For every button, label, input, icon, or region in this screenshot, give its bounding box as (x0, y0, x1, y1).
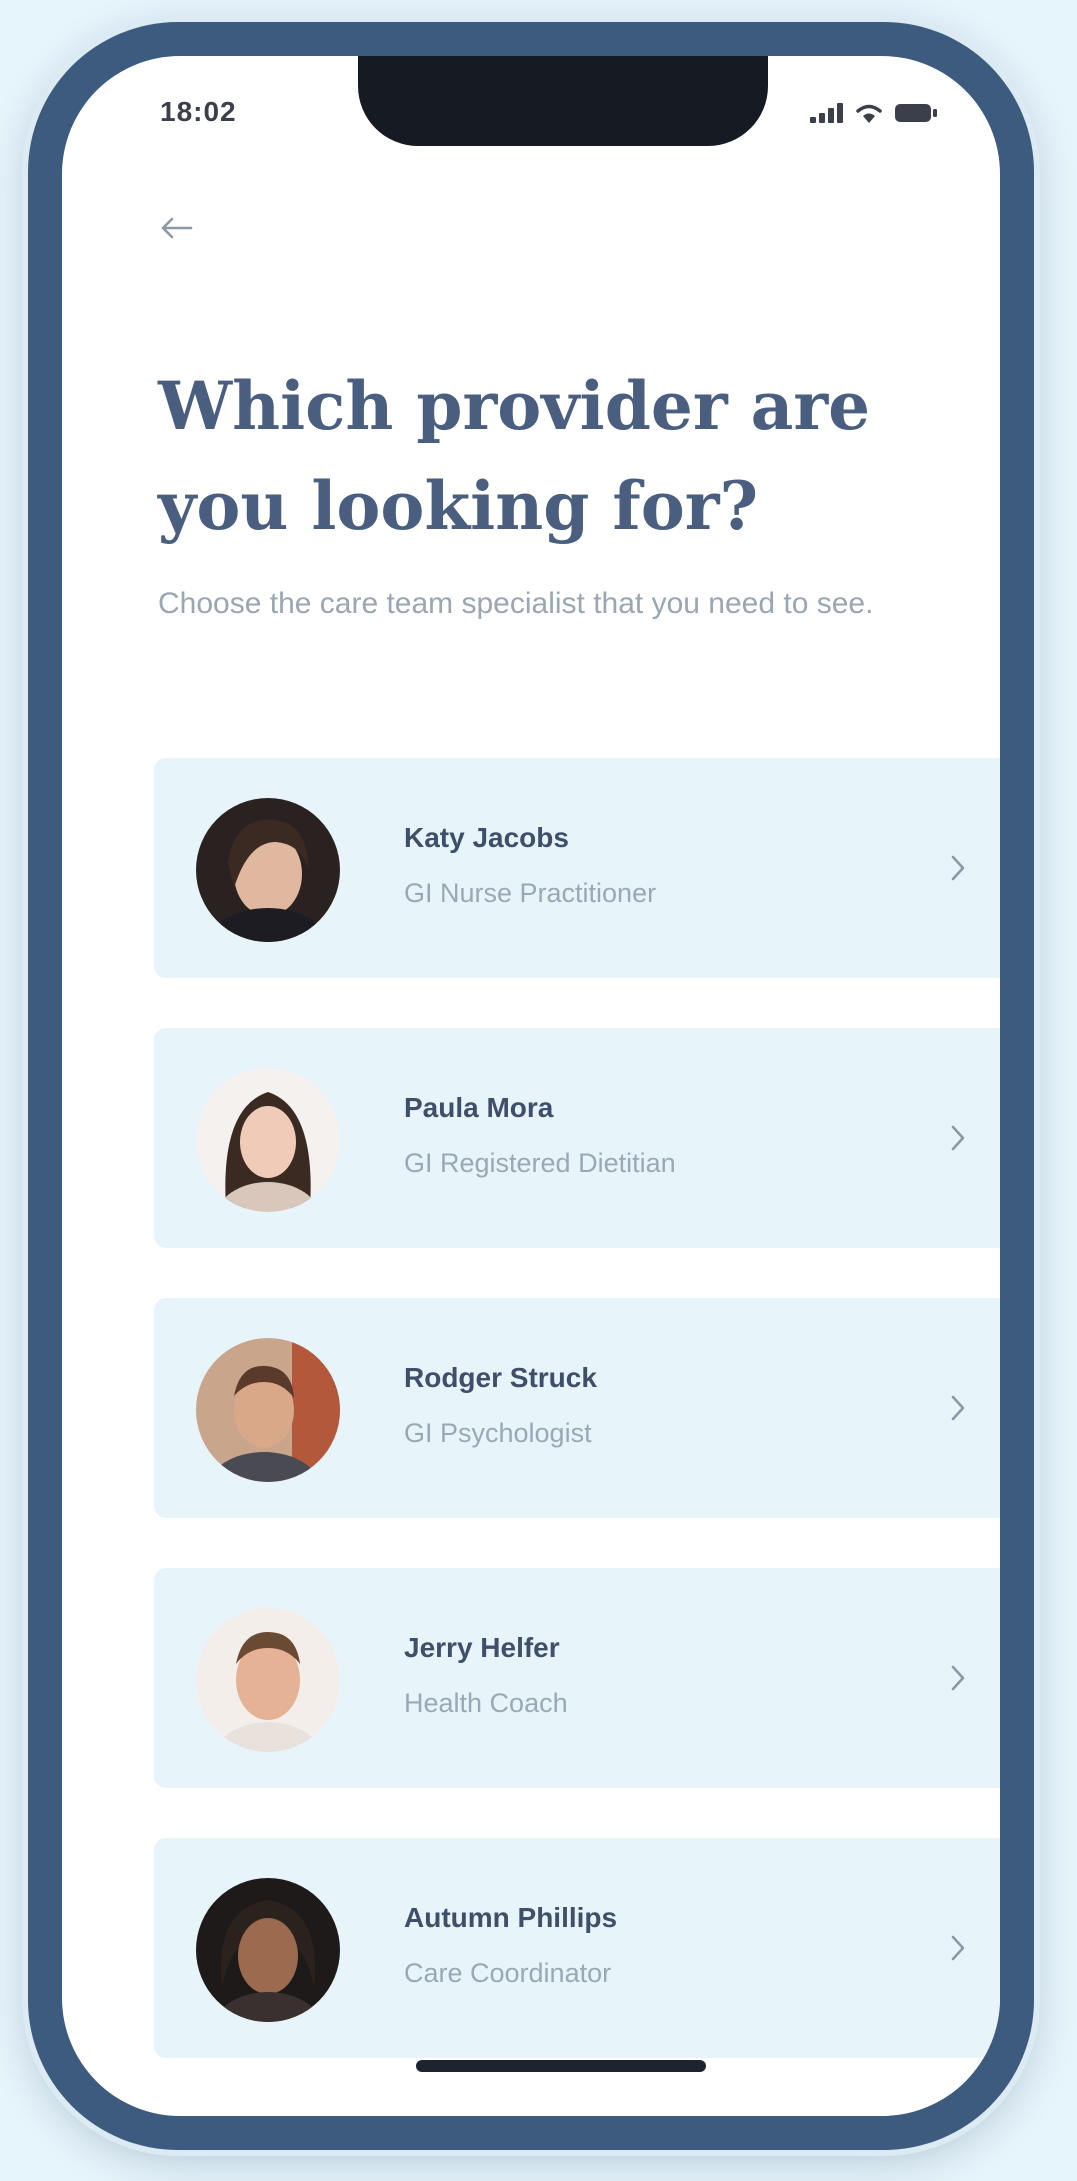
provider-role: GI Registered Dietitian (404, 1148, 676, 1178)
provider-name: Paula Mora (404, 1092, 554, 1123)
chevron-right-icon (940, 1928, 976, 1968)
provider-name: Autumn Phillips (404, 1902, 618, 1933)
avatar-4 (196, 1608, 340, 1752)
back-button[interactable] (144, 198, 208, 262)
device-notch (358, 56, 768, 146)
provider-name: Katy Jacobs (404, 822, 569, 853)
chevron-right-icon (940, 848, 976, 888)
avatar-2 (196, 1068, 340, 1212)
page-subtitle: Choose the care team specialist that you… (158, 587, 874, 620)
avatar-3 (196, 1338, 340, 1482)
provider-card-katy-jacobs[interactable]: Katy Jacobs GI Nurse Practitioner (154, 758, 1000, 978)
provider-role: Care Coordinator (404, 1958, 612, 1988)
home-indicator[interactable] (416, 2060, 706, 2072)
provider-card-jerry-helfer[interactable]: Jerry Helfer Health Coach (154, 1568, 1000, 1788)
provider-role: GI Nurse Practitioner (404, 878, 657, 908)
phone-frame: 18:02 Which provider are you looking for… (28, 22, 1034, 2150)
battery-icon (894, 102, 938, 129)
status-icons (810, 102, 938, 129)
provider-card-rodger-struck[interactable]: Rodger Struck GI Psychologist (154, 1298, 1000, 1518)
provider-name: Rodger Struck (404, 1362, 597, 1393)
chevron-right-icon (940, 1658, 976, 1698)
wifi-icon (854, 102, 884, 129)
arrow-left-icon (159, 216, 193, 245)
signal-icon (810, 103, 844, 128)
provider-role: GI Psychologist (404, 1418, 592, 1448)
status-time: 18:02 (160, 96, 237, 127)
provider-role: Health Coach (404, 1688, 568, 1718)
provider-card-autumn-phillips[interactable]: Autumn Phillips Care Coordinator (154, 1838, 1000, 2058)
page-title: Which provider are you looking for? (158, 367, 871, 545)
chevron-right-icon (940, 1388, 976, 1428)
avatar-5 (196, 1878, 340, 2022)
avatar-1 (196, 798, 340, 942)
provider-name: Jerry Helfer (404, 1632, 560, 1663)
provider-card-paula-mora[interactable]: Paula Mora GI Registered Dietitian (154, 1028, 1000, 1248)
provider-list: Katy Jacobs GI Nurse Practitioner Paula … (154, 758, 1000, 2058)
chevron-right-icon (940, 1118, 976, 1158)
app-screen: 18:02 Which provider are you looking for… (62, 56, 1000, 2116)
